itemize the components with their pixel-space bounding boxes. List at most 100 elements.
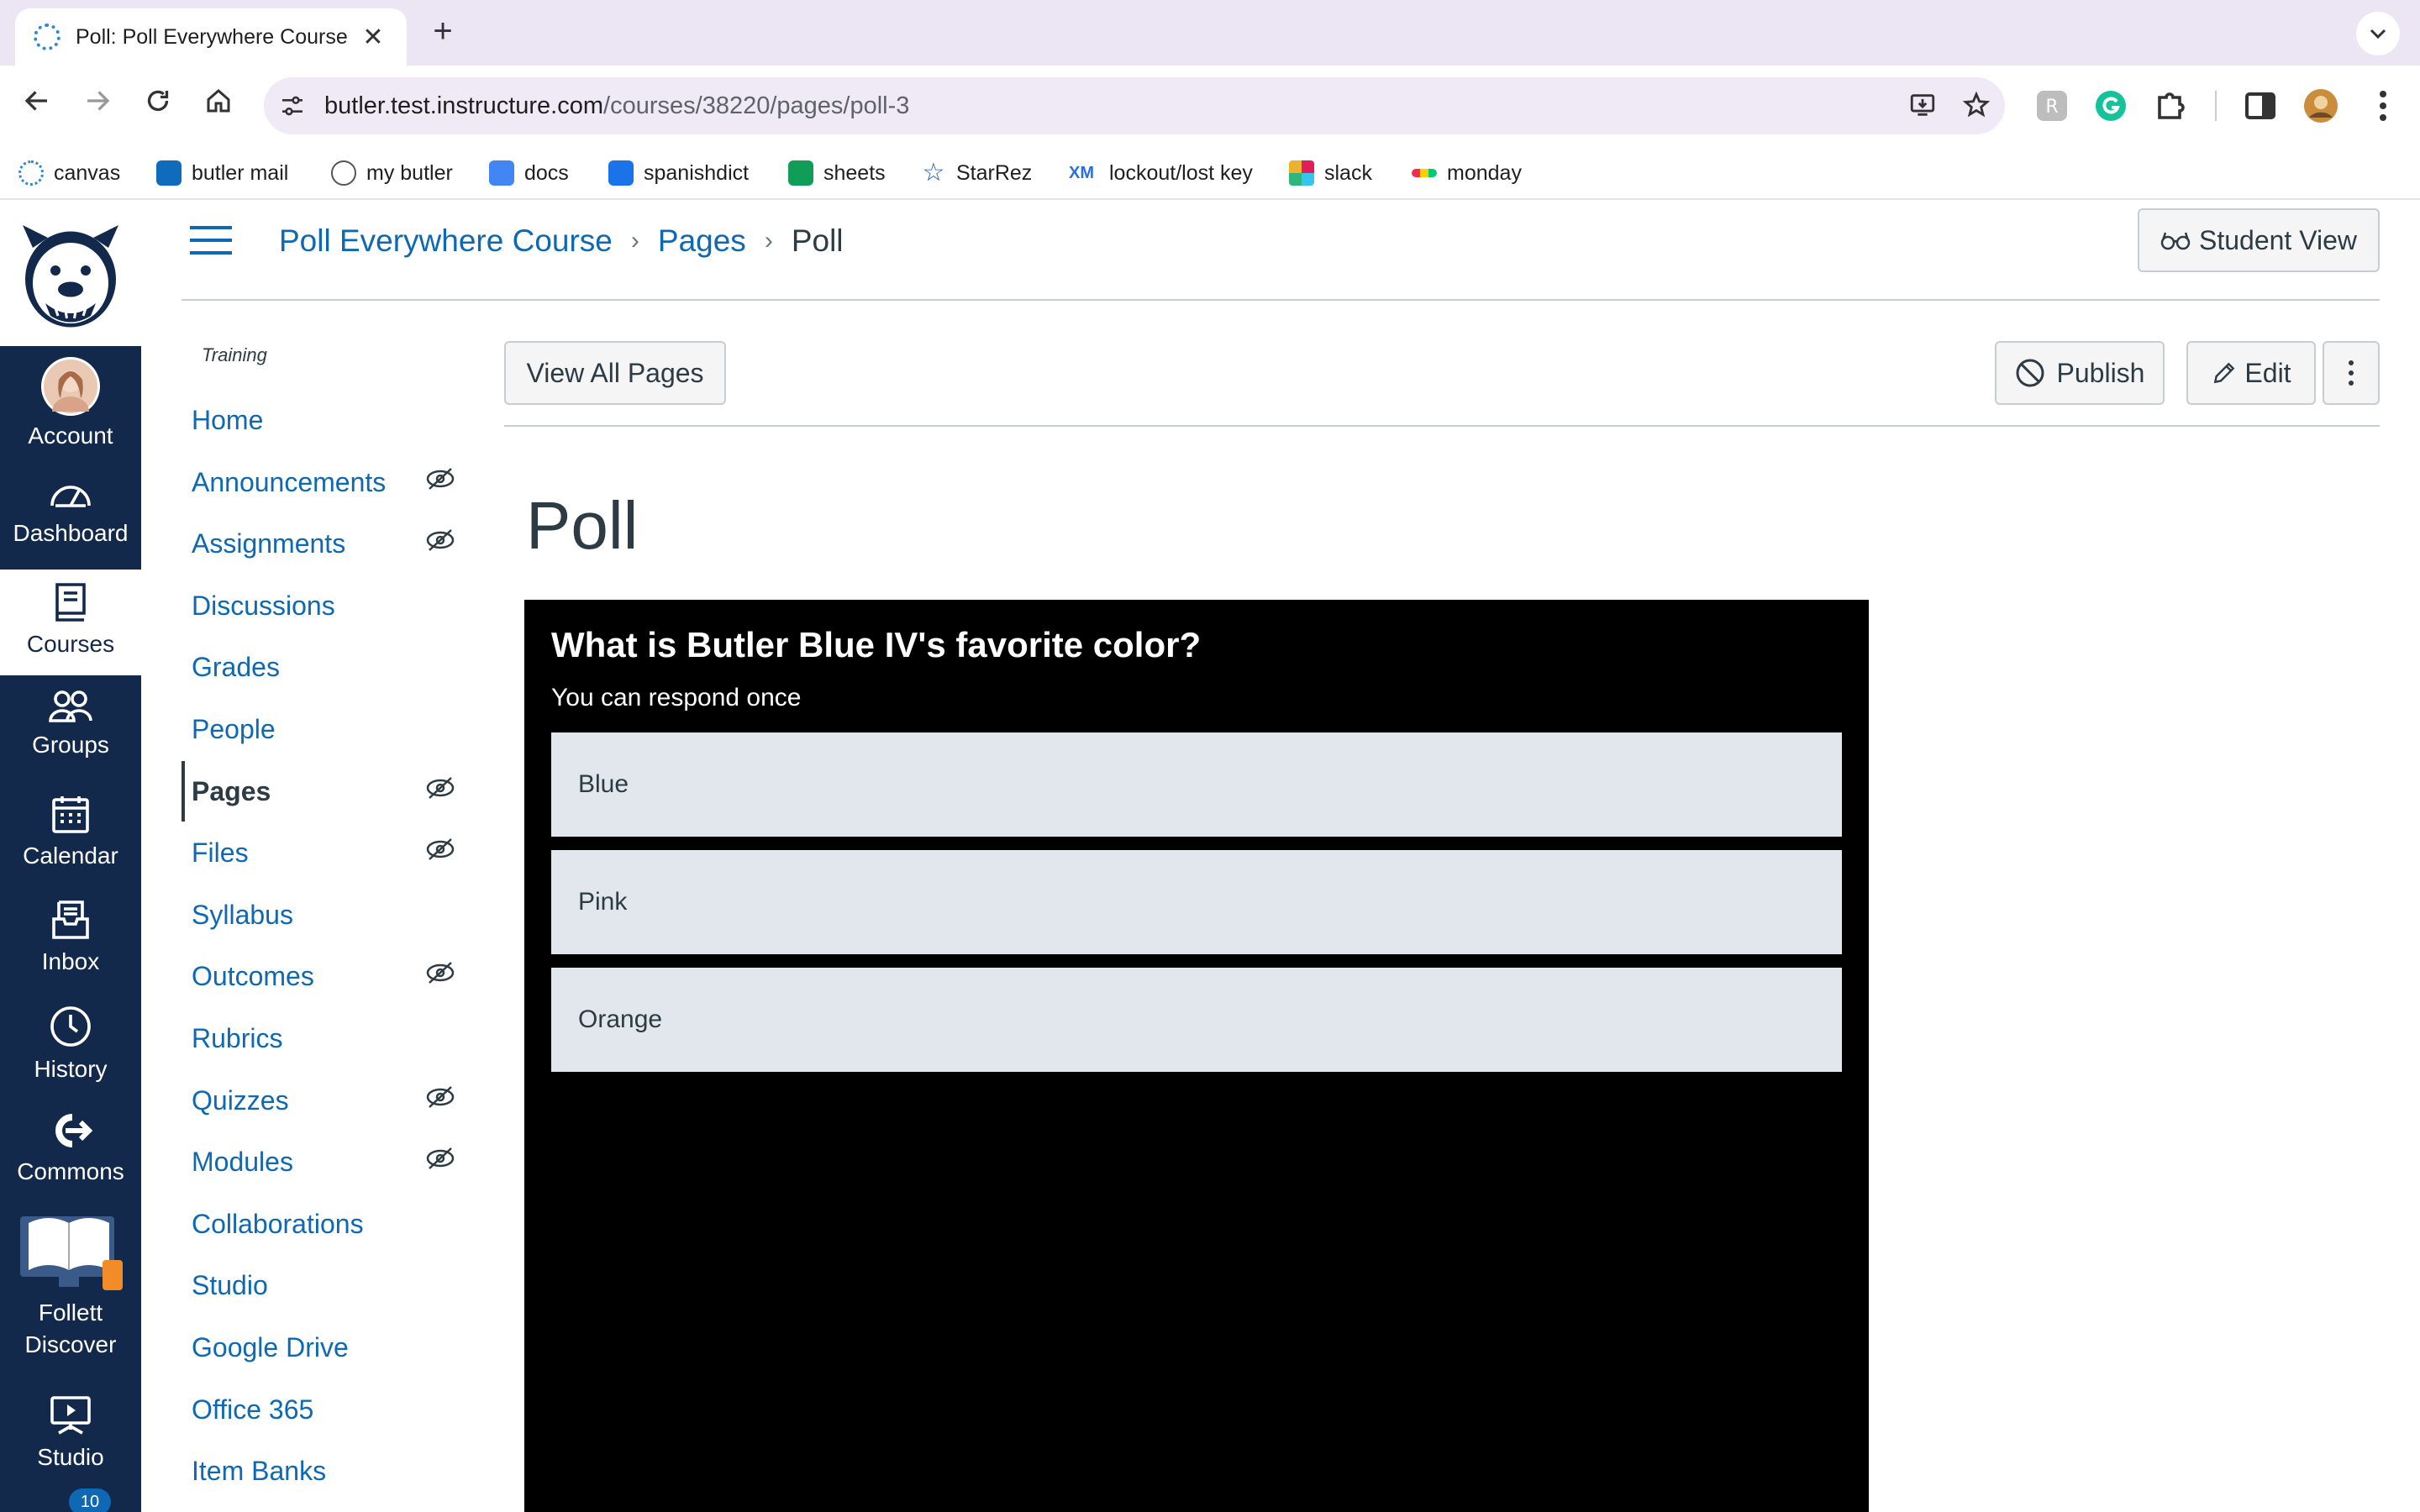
address-bar[interactable]: butler.test.instructure.com/courses/3822… (264, 77, 2005, 134)
publish-button[interactable]: Publish (1995, 341, 2165, 405)
global-navigation: Account Dashboard Courses Groups Calenda… (0, 202, 141, 1512)
browser-tab[interactable]: Poll: Poll Everywhere Course ✕ (15, 8, 407, 66)
breadcrumb-course-link[interactable]: Poll Everywhere Course (279, 223, 613, 259)
slack-icon (1289, 160, 1314, 186)
bookmark-spanishdict[interactable]: spanishdict (608, 146, 749, 200)
commons-icon (55, 1114, 92, 1147)
nav-groups[interactable]: Groups (0, 675, 141, 781)
bookmark-canvas[interactable]: canvas (18, 146, 120, 200)
install-icon (1910, 94, 1935, 116)
eye-slash-icon (426, 1086, 455, 1108)
poll-question: What is Butler Blue IV's favorite color? (551, 625, 1202, 664)
unread-badge: 10 (69, 1488, 111, 1512)
nav-label: Dashboard (13, 520, 129, 546)
puzzle-icon[interactable] (2151, 86, 2191, 126)
course-nav-assignments[interactable]: Assignments (192, 518, 345, 569)
bulldog-icon (331, 160, 356, 186)
account-avatar-icon (41, 357, 100, 416)
breadcrumb: Poll Everywhere Course › Pages › Poll (279, 220, 844, 262)
breadcrumb-current: Poll (791, 223, 844, 258)
course-nav-google-drive[interactable]: Google Drive (192, 1322, 349, 1373)
edit-button[interactable]: Edit (2186, 341, 2316, 405)
bookmark-docs[interactable]: docs (489, 146, 569, 200)
breadcrumb-pages-link[interactable]: Pages (658, 223, 746, 259)
spanishdict-icon (608, 160, 634, 186)
course-nav-modules[interactable]: Modules (192, 1137, 293, 1187)
chevron-right-icon: › (764, 227, 773, 255)
course-nav-grades[interactable]: Grades (192, 642, 280, 692)
bookmark-slack[interactable]: slack (1289, 146, 1372, 200)
bookmark-butler-mail[interactable]: butler mail (156, 146, 288, 200)
new-tab-button[interactable]: + (422, 12, 464, 54)
page-title: Poll (526, 488, 639, 563)
course-nav-discussions[interactable]: Discussions (192, 580, 335, 631)
hamburger-menu-icon[interactable] (190, 225, 232, 255)
profile-avatar-icon[interactable] (2301, 86, 2341, 126)
nav-calendar[interactable]: Calendar (0, 781, 141, 887)
courses-icon (55, 583, 86, 622)
course-nav-announcements[interactable]: Announcements (192, 457, 386, 507)
nav-account[interactable]: Account (0, 346, 141, 452)
nav-studio[interactable]: Studio (0, 1383, 141, 1488)
bookmark-sheets[interactable]: sheets (788, 146, 886, 200)
nav-commons[interactable]: Commons (0, 1099, 141, 1205)
course-nav-people[interactable]: People (192, 704, 276, 754)
bookmark-starrez[interactable]: ☆ StarRez (921, 146, 1033, 200)
eye-slash-icon (426, 529, 455, 551)
course-nav-item-banks[interactable]: Item Banks (192, 1446, 326, 1496)
more-options-button[interactable] (2323, 341, 2380, 405)
course-nav-rubrics[interactable]: Rubrics (192, 1013, 282, 1063)
nav-history[interactable]: History (0, 993, 141, 1099)
bookmark-my-butler[interactable]: my butler (331, 146, 453, 200)
pencil-icon (2214, 362, 2235, 384)
bookmark-label: docs (524, 160, 569, 185)
poll-embed: What is Butler Blue IV's favorite color?… (524, 600, 1869, 1512)
poll-option-pink[interactable]: Pink (551, 850, 1842, 954)
course-nav-quizzes[interactable]: Quizzes (192, 1075, 289, 1126)
more-vert-icon[interactable] (2363, 86, 2403, 126)
side-panel-icon[interactable] (2240, 86, 2281, 126)
bookmark-star-button[interactable] (1961, 91, 1991, 121)
course-nav-files[interactable]: Files (192, 827, 249, 878)
forward-button[interactable] (77, 86, 118, 126)
nav-label: Studio (37, 1444, 104, 1470)
url-text: butler.test.instructure.com/courses/3822… (324, 77, 909, 134)
nav-inbox[interactable]: Inbox (0, 887, 141, 993)
edit-label: Edit (2244, 357, 2291, 388)
site-settings-icon[interactable] (279, 92, 306, 119)
nav-label: History (34, 1056, 108, 1082)
browser-toolbar: butler.test.instructure.com/courses/3822… (0, 66, 2420, 146)
bookmark-label: monday (1447, 160, 1522, 185)
extension-icon[interactable]: R (2032, 86, 2072, 126)
bookmark-lockout[interactable]: XM lockout/lost key (1069, 146, 1253, 200)
bookmark-label: butler mail (192, 160, 289, 185)
tab-search-button[interactable] (2356, 12, 2400, 55)
course-nav-home[interactable]: Home (192, 395, 263, 445)
student-view-button[interactable]: Student View (2138, 208, 2380, 272)
course-nav-pages[interactable]: Pages (192, 766, 271, 816)
student-view-label: Student View (2199, 224, 2357, 255)
bookmark-monday[interactable]: monday (1412, 146, 1522, 200)
clock-icon (50, 1006, 91, 1047)
poll-option-blue[interactable]: Blue (551, 732, 1842, 837)
nav-dashboard[interactable]: Dashboard (0, 464, 141, 570)
course-nav-office-365[interactable]: Office 365 (192, 1384, 313, 1435)
install-app-button[interactable] (1907, 91, 1938, 121)
course-nav-studio[interactable]: Studio (192, 1260, 268, 1310)
poll-option-orange[interactable]: Orange (551, 968, 1842, 1072)
butler-logo[interactable] (0, 202, 141, 346)
home-button[interactable] (198, 86, 239, 126)
grammarly-icon[interactable] (2091, 86, 2131, 126)
reload-button[interactable] (138, 86, 178, 126)
back-button[interactable] (17, 86, 57, 126)
close-icon[interactable]: ✕ (358, 23, 388, 52)
bookmark-label: spanishdict (644, 160, 750, 185)
course-nav-syllabus[interactable]: Syllabus (192, 890, 293, 940)
course-nav-collaborations[interactable]: Collaborations (192, 1199, 364, 1249)
nav-label: Account (28, 423, 113, 449)
course-nav-outcomes[interactable]: Outcomes (192, 951, 314, 1001)
view-all-pages-button[interactable]: View All Pages (504, 341, 726, 405)
canvas-favicon-icon (34, 24, 60, 50)
nav-courses[interactable]: Courses (0, 570, 141, 675)
nav-follett-discover[interactable]: Follett Discover (0, 1205, 141, 1357)
